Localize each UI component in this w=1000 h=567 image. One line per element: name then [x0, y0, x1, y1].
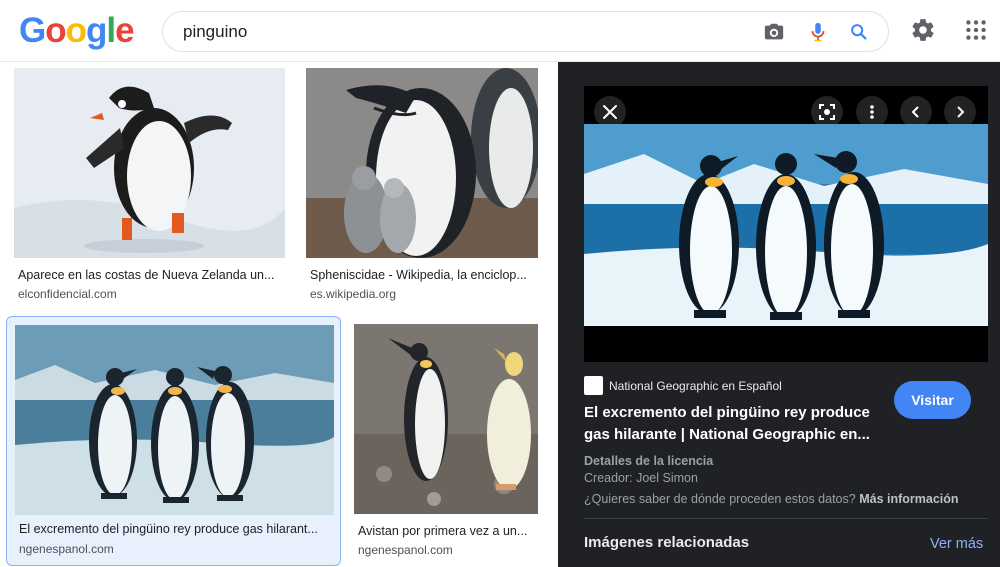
- result-thumbnail[interactable]: [14, 68, 285, 258]
- see-more-link[interactable]: Ver más: [930, 536, 983, 552]
- logo-letter: o: [65, 11, 87, 50]
- more-vert-icon: [870, 105, 874, 119]
- chevron-left-icon: [911, 106, 919, 118]
- preview-image[interactable]: [584, 124, 988, 326]
- penguin-group: [89, 366, 254, 503]
- logo-letter: G: [19, 11, 46, 50]
- camera-icon[interactable]: [763, 21, 785, 43]
- result-caption[interactable]: Aparece en las costas de Nueva Zelanda u…: [18, 268, 282, 282]
- result-thumbnail[interactable]: [354, 324, 538, 514]
- site-name[interactable]: National Geographic en Español: [609, 379, 782, 393]
- panel-title[interactable]: El excremento del pingüino rey produce g…: [584, 402, 884, 446]
- license-details-link[interactable]: Detalles de la licencia: [584, 454, 713, 468]
- search-icon[interactable]: [848, 21, 870, 43]
- result-source: ngenespanol.com: [19, 542, 114, 556]
- search-input[interactable]: [183, 21, 743, 43]
- penguin-group: [679, 151, 884, 320]
- result-caption[interactable]: Avistan por primera vez a un...: [358, 524, 536, 538]
- search-box: [162, 11, 889, 52]
- image-preview-panel: National Geographic en Español Visitar E…: [558, 62, 1000, 567]
- result-source: es.wikipedia.org: [310, 287, 397, 301]
- image-viewer: [584, 86, 988, 362]
- more-info-link[interactable]: Más información: [859, 492, 958, 506]
- chevron-right-icon: [957, 106, 965, 118]
- divider: [584, 518, 988, 519]
- image-results-grid: Aparece en las costas de Nueva Zelanda u…: [0, 62, 558, 567]
- result-caption[interactable]: El excremento del pingüino rey produce g…: [19, 522, 331, 536]
- result-card[interactable]: Aparece en las costas de Nueva Zelanda u…: [14, 68, 286, 308]
- result-card[interactable]: Spheniscidae - Wikipedia, la enciclop...…: [306, 68, 538, 308]
- result-card-selected[interactable]: El excremento del pingüino rey produce g…: [6, 316, 341, 566]
- related-images-heading: Imágenes relacionadas: [584, 534, 750, 551]
- result-thumbnail[interactable]: [15, 325, 334, 515]
- data-source-question: ¿Quieres saber de dónde proceden estos d…: [584, 492, 959, 506]
- logo-letter: l: [106, 11, 116, 50]
- result-source: ngenespanol.com: [358, 543, 453, 557]
- result-source: elconfidencial.com: [18, 287, 117, 301]
- result-thumbnail[interactable]: [306, 68, 538, 258]
- top-bar: Google: [0, 0, 1000, 62]
- apps-grid-icon[interactable]: [963, 17, 989, 43]
- google-logo[interactable]: Google: [19, 10, 135, 52]
- logo-letter: e: [115, 11, 134, 50]
- result-card[interactable]: Avistan por primera vez a un... ngenespa…: [354, 324, 538, 564]
- close-icon: [603, 105, 617, 119]
- logo-letter: o: [45, 11, 66, 50]
- result-caption[interactable]: Spheniscidae - Wikipedia, la enciclop...: [310, 268, 534, 282]
- logo-letter: g: [86, 11, 107, 50]
- site-favicon: [584, 376, 603, 395]
- lens-icon: [819, 104, 835, 120]
- visit-button[interactable]: Visitar: [894, 381, 971, 419]
- mic-icon[interactable]: [807, 21, 829, 43]
- gear-icon[interactable]: [910, 17, 936, 43]
- creator-text: Creador: Joel Simon: [584, 471, 698, 485]
